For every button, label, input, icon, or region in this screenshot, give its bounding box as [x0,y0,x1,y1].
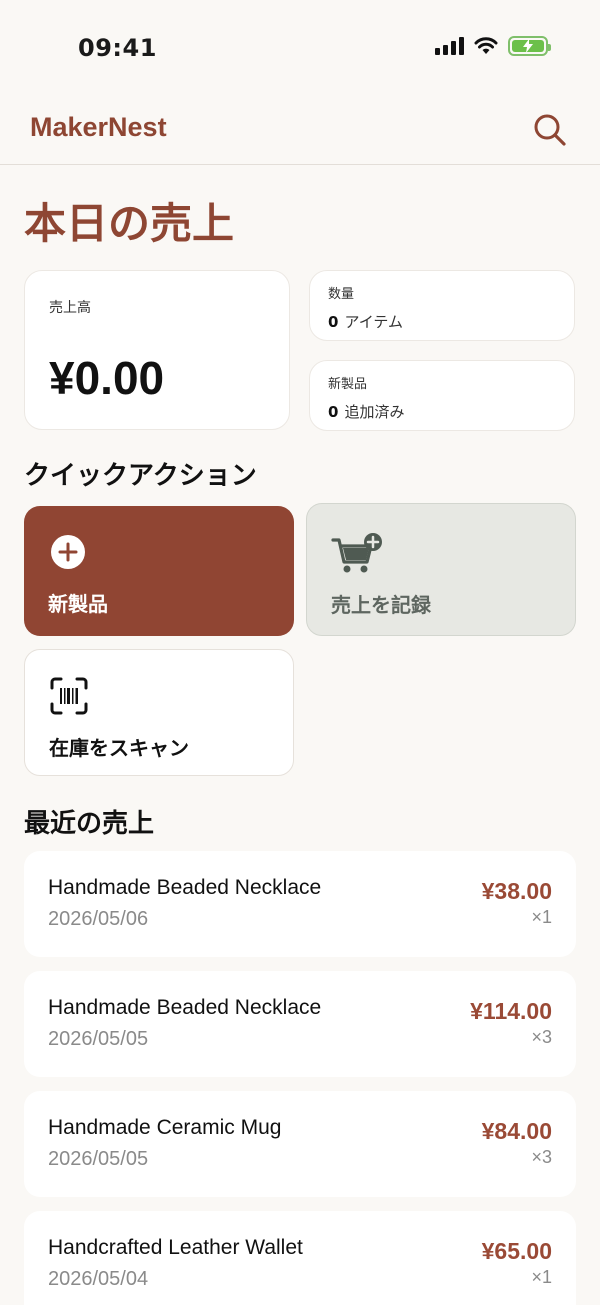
new-products-line: 0 追加済み [328,401,404,422]
status-icons [435,36,551,56]
sale-item-name: Handmade Ceramic Mug [48,1116,282,1139]
sale-row[interactable]: Handmade Beaded Necklace 2026/05/05 ¥114… [24,971,576,1077]
sale-date: 2026/05/06 [48,908,149,930]
sale-item-name: Handmade Beaded Necklace [48,876,322,899]
status-time: 09:41 [78,34,157,62]
battery-icon [508,36,551,56]
record-sale-label: 売上を記録 [331,593,431,617]
sale-quantity: ×3 [531,1147,552,1167]
new-products-card: 新製品 0 追加済み [309,360,575,431]
quick-actions-title: クイックアクション [24,461,257,491]
new-product-button[interactable]: 新製品 [24,506,294,636]
cellular-signal-icon [435,37,464,55]
sale-row[interactable]: Handmade Beaded Necklace 2026/05/06 ¥38.… [24,851,576,957]
sale-item-name: Handmade Beaded Necklace [48,996,322,1019]
cart-plus-icon [331,533,382,573]
search-button[interactable] [530,110,570,150]
sale-price: ¥38.00 [481,878,552,904]
status-bar: 09:41 [0,0,600,96]
sale-price: ¥114.00 [470,998,552,1024]
wifi-icon [474,37,498,54]
quantity-label: 数量 [328,287,355,302]
sales-label: 売上高 [49,300,91,316]
sale-item-name: Handcrafted Leather Wallet [48,1236,303,1259]
scan-inventory-label: 在庫をスキャン [49,736,189,760]
record-sale-button[interactable]: 売上を記録 [306,503,576,636]
sale-quantity: ×1 [531,907,552,927]
sale-price: ¥84.00 [481,1118,552,1144]
quantity-unit: アイテム [344,313,403,331]
app-header: MakerNest [0,96,600,165]
barcode-scan-icon [50,677,88,715]
search-icon [534,114,566,146]
new-products-unit: 追加済み [344,403,405,421]
recent-sales-title: 最近の売上 [24,809,155,839]
sales-total-card: 売上高 ¥0.00 [24,270,290,430]
sale-date: 2026/05/05 [48,1148,149,1170]
new-products-value: 0 [328,403,339,421]
sale-quantity: ×3 [531,1027,552,1047]
sale-row[interactable]: Handmade Ceramic Mug 2026/05/05 ¥84.00 ×… [24,1091,576,1197]
sale-date: 2026/05/05 [48,1028,149,1050]
sale-price: ¥65.00 [481,1238,552,1264]
sale-quantity: ×1 [531,1267,552,1287]
scan-inventory-button[interactable]: 在庫をスキャン [24,649,294,776]
quantity-value: 0 [328,313,339,331]
new-products-label: 新製品 [328,377,368,392]
app-title: MakerNest [30,112,167,142]
sale-date: 2026/05/04 [48,1268,149,1290]
sales-value: ¥0.00 [49,352,165,404]
plus-circle-icon [51,535,85,569]
quantity-card: 数量 0 アイテム [309,270,575,341]
new-product-label: 新製品 [48,592,108,616]
sale-row[interactable]: Handcrafted Leather Wallet 2026/05/04 ¥6… [24,1211,576,1305]
page-title: 本日の売上 [24,199,235,248]
quantity-line: 0 アイテム [328,311,403,332]
